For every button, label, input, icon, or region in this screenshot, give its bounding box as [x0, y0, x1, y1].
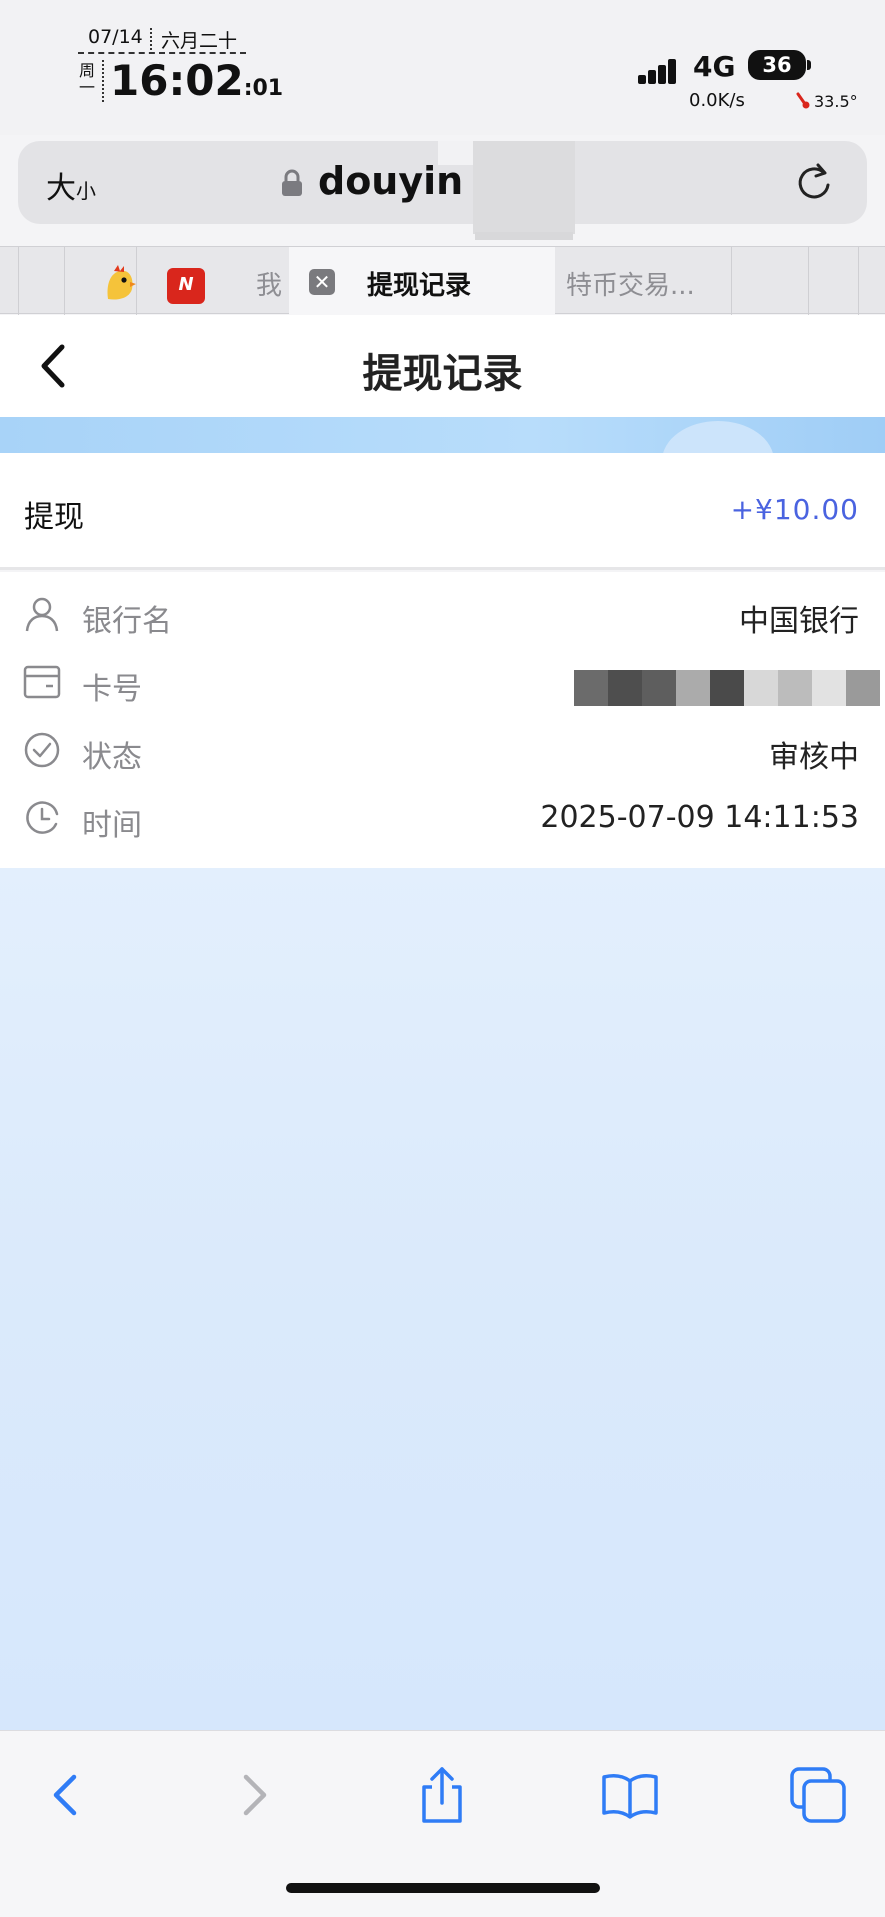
detail-row-bank: 银行名 中国银行: [0, 580, 885, 648]
status-seconds: :01: [243, 76, 284, 101]
thermometer-icon: [796, 92, 810, 109]
detail-value: 2025-07-09 14:11:53: [540, 800, 859, 835]
detail-row-status: 状态 审核中: [0, 716, 885, 784]
tab-divider: [731, 247, 732, 315]
detail-value: 审核中: [769, 740, 859, 775]
tab-divider: [808, 247, 809, 315]
battery-icon: 36: [748, 50, 806, 80]
bookmarks-icon[interactable]: [598, 1763, 662, 1827]
status-weekday: 周一: [78, 61, 95, 97]
status-clock: 16:02:01: [110, 56, 283, 105]
text-size-small: 小: [76, 179, 96, 203]
tab-right-label[interactable]: 特币交易...: [566, 265, 695, 302]
page-title: 提现记录: [362, 351, 523, 397]
url-redaction-gap: [438, 141, 473, 165]
page-background: [0, 868, 885, 1730]
card-number-redacted: [574, 670, 880, 706]
record-summary: 提现 +¥10.00: [0, 453, 885, 570]
page-header: 提现记录: [0, 315, 885, 417]
detail-row-time: 时间 2025-07-09 14:11:53: [0, 784, 885, 852]
record-type-label: 提现: [24, 500, 84, 535]
detail-row-card: 卡号: [0, 648, 885, 716]
text-size-big: 大: [46, 171, 76, 206]
signal-icon: [638, 58, 676, 84]
status-bar: 07/14 六月二十 周一 16:02:01 4G 36 0.0K/s 33.5…: [0, 0, 885, 135]
check-circle-icon: [24, 732, 60, 768]
clock-separator: [102, 60, 104, 102]
user-icon: [25, 597, 59, 632]
card-icon: [23, 665, 61, 699]
detail-label: 状态: [82, 740, 142, 775]
clock-icon: [26, 801, 59, 834]
tab-active-label: 提现记录: [367, 271, 472, 301]
text-size-button[interactable]: 大小: [46, 163, 96, 207]
status-time: 16:02: [110, 56, 244, 105]
url-text[interactable]: douyin: [318, 159, 463, 203]
home-indicator[interactable]: [286, 1883, 600, 1893]
network-speed: 0.0K/s: [689, 90, 745, 111]
browser-forward-icon[interactable]: [222, 1763, 286, 1827]
tabs-bar: N 我 ✕ 提现记录 特币交易...: [0, 246, 885, 315]
tabs-overview-icon[interactable]: [786, 1763, 850, 1827]
url-redaction: [473, 141, 575, 234]
newstar-favicon-icon[interactable]: N: [167, 268, 205, 304]
record-details: 银行名 中国银行 卡号 状态 审核中 时间 2025-07-09 14:11:5…: [0, 572, 885, 868]
tab-divider: [858, 247, 859, 315]
detail-value: 中国银行: [739, 604, 859, 639]
tab-divider: [64, 247, 65, 315]
record-amount: +¥10.00: [730, 493, 859, 526]
network-type: 4G: [693, 50, 736, 83]
lock-icon: [282, 169, 302, 196]
date-separator: [150, 28, 152, 50]
detail-label: 卡号: [82, 672, 142, 707]
tab-close-icon[interactable]: ✕: [309, 269, 335, 295]
address-bar[interactable]: 大小 douyin: [18, 141, 867, 240]
status-date: 07/14 六月二十: [78, 24, 246, 54]
browser-back-icon[interactable]: [34, 1763, 98, 1827]
battery-tip: [807, 60, 811, 70]
tab-divider: [136, 247, 137, 315]
detail-label: 时间: [82, 808, 142, 843]
share-icon[interactable]: [410, 1763, 474, 1827]
banner-bubble: [662, 421, 774, 453]
url-redaction-tail: [475, 232, 573, 240]
header-banner: [0, 417, 885, 453]
detail-label: 银行名: [82, 604, 172, 639]
tab-left-label[interactable]: 我: [256, 265, 282, 302]
reload-icon[interactable]: [794, 161, 834, 203]
status-date-text: 07/14: [88, 26, 143, 48]
status-lunar-date: 六月二十: [161, 30, 238, 52]
bird-favicon-icon[interactable]: [104, 265, 136, 301]
tab-divider: [18, 247, 19, 315]
tab-active[interactable]: ✕ 提现记录: [289, 247, 555, 315]
temperature: 33.5°: [814, 92, 858, 111]
